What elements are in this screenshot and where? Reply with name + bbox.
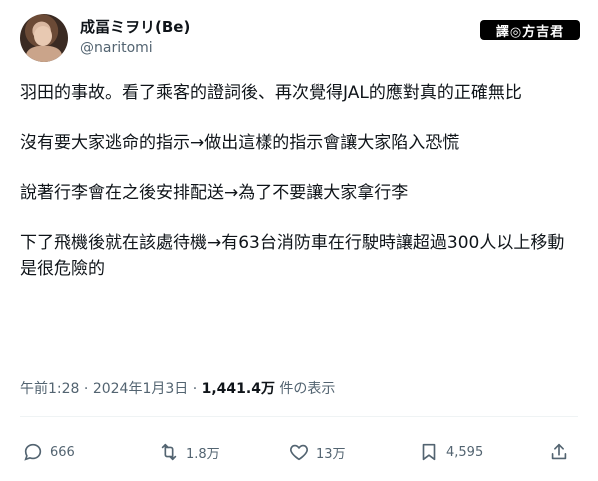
view-count: 1,441.4万 [201,381,275,397]
avatar-body [26,46,62,62]
bookmark-count: 4,595 [446,444,484,460]
tweet-date[interactable]: 2024年1月3日 [93,381,188,397]
tweet-paragraph: 羽田的事故。看了乘客的證詞後、再次覺得JAL的應對真的正確無比 [20,83,522,103]
bookmark-button[interactable]: 4,595 [418,438,483,466]
user-handle[interactable]: @naritomi [80,40,153,56]
avatar-face [34,26,52,46]
meta-separator: · [79,381,93,397]
tweet-time[interactable]: 午前1:28 [20,381,79,397]
tweet-paragraph: 下了飛機後就在該處待機→有63台消防車在行駛時讓超過300人以上移動是很危險的 [20,233,565,279]
like-count: 13万 [316,446,346,462]
share-icon [551,443,567,460]
display-name[interactable]: 成畐ミヲリ(Be) [80,16,190,37]
avatar[interactable] [20,14,68,62]
action-bar: 666 1.8万 13万 4,595 [0,438,598,466]
like-button[interactable]: 13万 [288,438,346,466]
retweet-icon [161,443,177,461]
reply-count: 666 [50,444,75,460]
meta-separator: · [188,381,202,397]
retweet-count: 1.8万 [186,446,220,462]
tweet-paragraph: 說著行李會在之後安排配送→為了不要讓大家拿行李 [20,183,409,203]
tweet-text: 羽田的事故。看了乘客的證詞後、再次覺得JAL的應對真的正確無比 沒有要大家逃命的… [20,80,578,306]
bookmark-icon [422,443,436,461]
reply-icon [24,443,42,461]
reply-button[interactable]: 666 [22,438,75,466]
view-count-label: 件の表示 [274,381,336,397]
retweet-button[interactable]: 1.8万 [158,438,220,466]
tweet-paragraph: 沒有要大家逃命的指示→做出這樣的指示會讓大家陷入恐慌 [20,133,460,153]
tweet-meta: 午前1:28 · 2024年1月3日 · 1,441.4万 件の表示 [20,378,335,398]
share-button[interactable] [548,438,570,466]
divider [20,416,578,417]
translator-watermark: 譯◎方吉君 [480,20,580,40]
heart-icon [290,444,308,461]
